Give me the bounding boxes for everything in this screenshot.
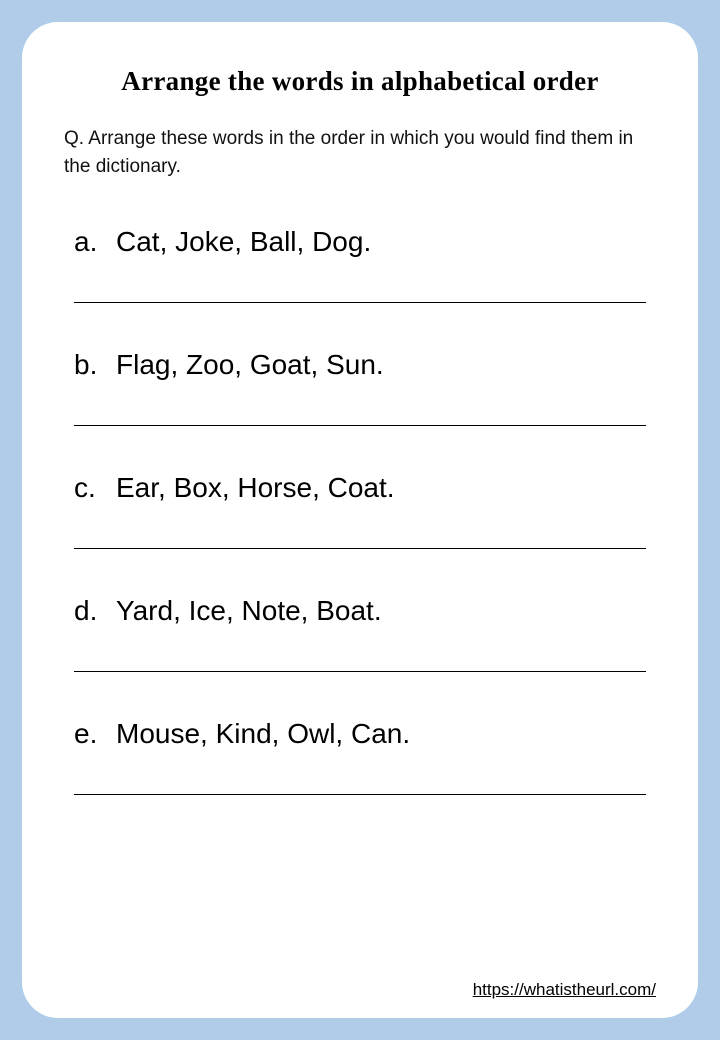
item-letter: d. xyxy=(74,595,116,627)
item-letter: c. xyxy=(74,472,116,504)
question-row: d. Yard, Ice, Note, Boat. xyxy=(74,595,646,627)
question-item: d. Yard, Ice, Note, Boat. xyxy=(74,595,646,672)
item-words: Cat, Joke, Ball, Dog. xyxy=(116,226,646,258)
worksheet-page: Arrange the words in alphabetical order … xyxy=(22,22,698,1018)
question-row: a. Cat, Joke, Ball, Dog. xyxy=(74,226,646,258)
worksheet-instruction: Q. Arrange these words in the order in w… xyxy=(64,125,656,180)
question-row: b. Flag, Zoo, Goat, Sun. xyxy=(74,349,646,381)
item-letter: e. xyxy=(74,718,116,750)
answer-line[interactable] xyxy=(74,425,646,426)
question-row: c. Ear, Box, Horse, Coat. xyxy=(74,472,646,504)
worksheet-title: Arrange the words in alphabetical order xyxy=(64,66,656,97)
question-item: b. Flag, Zoo, Goat, Sun. xyxy=(74,349,646,426)
question-item: e. Mouse, Kind, Owl, Can. xyxy=(74,718,646,795)
answer-line[interactable] xyxy=(74,302,646,303)
question-item: a. Cat, Joke, Ball, Dog. xyxy=(74,226,646,303)
item-letter: a. xyxy=(74,226,116,258)
item-letter: b. xyxy=(74,349,116,381)
item-words: Flag, Zoo, Goat, Sun. xyxy=(116,349,646,381)
item-words: Yard, Ice, Note, Boat. xyxy=(116,595,646,627)
answer-line[interactable] xyxy=(74,794,646,795)
source-link[interactable]: https://whatistheurl.com/ xyxy=(473,980,656,1000)
question-row: e. Mouse, Kind, Owl, Can. xyxy=(74,718,646,750)
question-list: a. Cat, Joke, Ball, Dog. b. Flag, Zoo, G… xyxy=(64,226,656,841)
item-words: Mouse, Kind, Owl, Can. xyxy=(116,718,646,750)
answer-line[interactable] xyxy=(74,671,646,672)
question-item: c. Ear, Box, Horse, Coat. xyxy=(74,472,646,549)
answer-line[interactable] xyxy=(74,548,646,549)
item-words: Ear, Box, Horse, Coat. xyxy=(116,472,646,504)
